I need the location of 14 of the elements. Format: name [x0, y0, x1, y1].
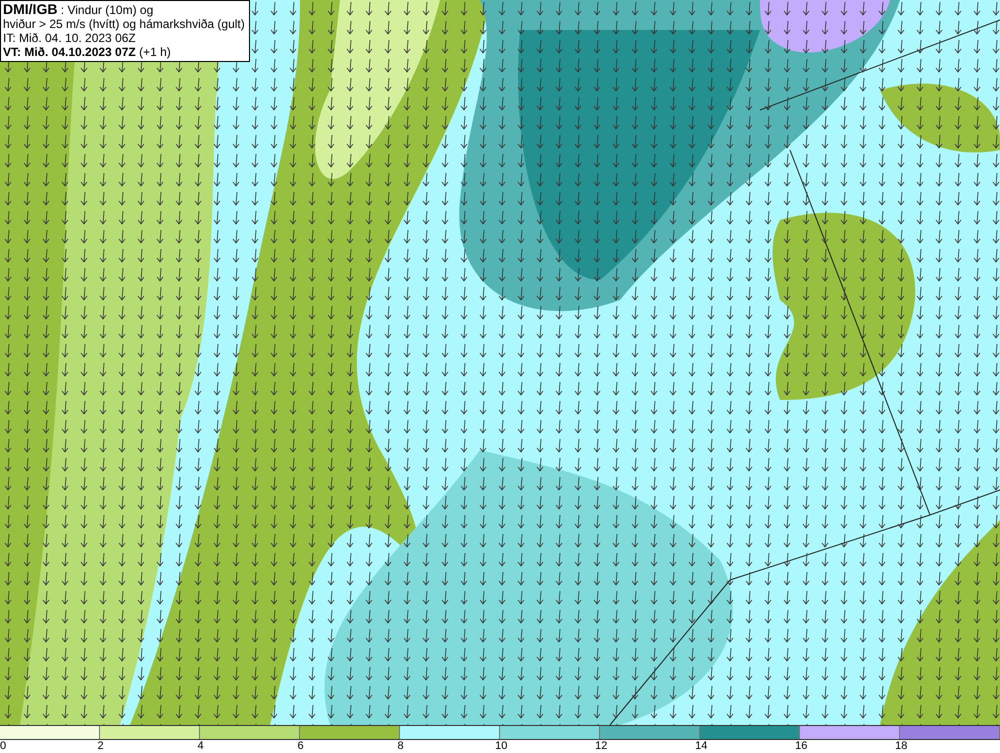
info-line: hviður > 25 m/s (hvítt) og hámarkshviða (gult) — [3, 17, 245, 31]
legend-label: 2 — [98, 740, 104, 753]
legend-label: 4 — [198, 740, 204, 753]
legend-label: 6 — [298, 740, 304, 753]
legend-label: 12 — [595, 740, 608, 753]
info-line: IT: Mið. 04. 10. 2023 06Z — [3, 31, 137, 45]
info-line: VT: Mið. 04.10.2023 07Z (+1 h) — [3, 45, 172, 59]
legend-label: 14 — [695, 740, 708, 753]
legend-label: 8 — [398, 740, 404, 753]
legend-label: 18 — [895, 740, 908, 753]
info-line: DMI/IGB : Vindur (10m) og — [3, 2, 154, 17]
legend-label: 16 — [795, 740, 808, 753]
legend-label: 0 — [0, 740, 6, 753]
legend-label: 10 — [495, 740, 508, 753]
